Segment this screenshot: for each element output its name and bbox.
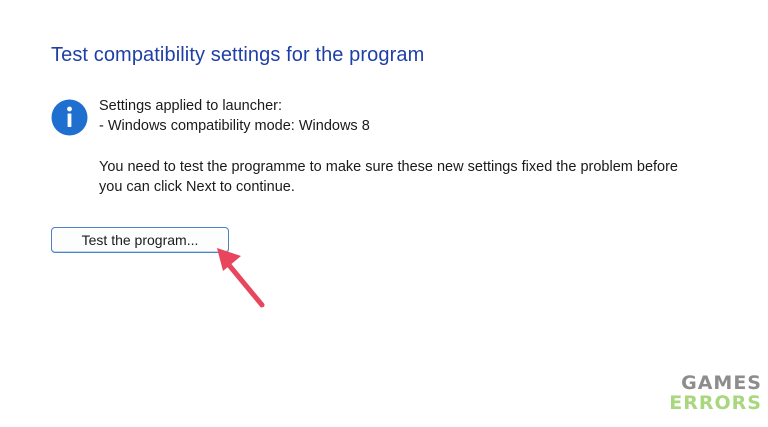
test-instructions-line-2: you can click Next to continue. bbox=[99, 179, 295, 195]
info-icon bbox=[51, 99, 88, 136]
arrow-pointer-icon bbox=[217, 248, 265, 308]
applied-settings-heading: Settings applied to launcher: bbox=[99, 98, 282, 114]
compatibility-troubleshooter-page: Test compatibility settings for the prog… bbox=[0, 0, 768, 427]
test-the-program-button[interactable]: Test the program... bbox=[51, 227, 229, 253]
page-title: Test compatibility settings for the prog… bbox=[51, 44, 425, 66]
test-instructions: You need to test the programme to make s… bbox=[99, 157, 678, 197]
games-errors-logo: GAMES ERRORS bbox=[662, 373, 762, 413]
logo-line-errors: ERRORS bbox=[669, 392, 762, 414]
applied-settings: Settings applied to launcher: - Windows … bbox=[99, 96, 370, 136]
test-instructions-line-1: You need to test the programme to make s… bbox=[99, 159, 678, 175]
applied-settings-detail: - Windows compatibility mode: Windows 8 bbox=[99, 118, 370, 134]
logo-line-games: GAMES bbox=[681, 372, 762, 394]
